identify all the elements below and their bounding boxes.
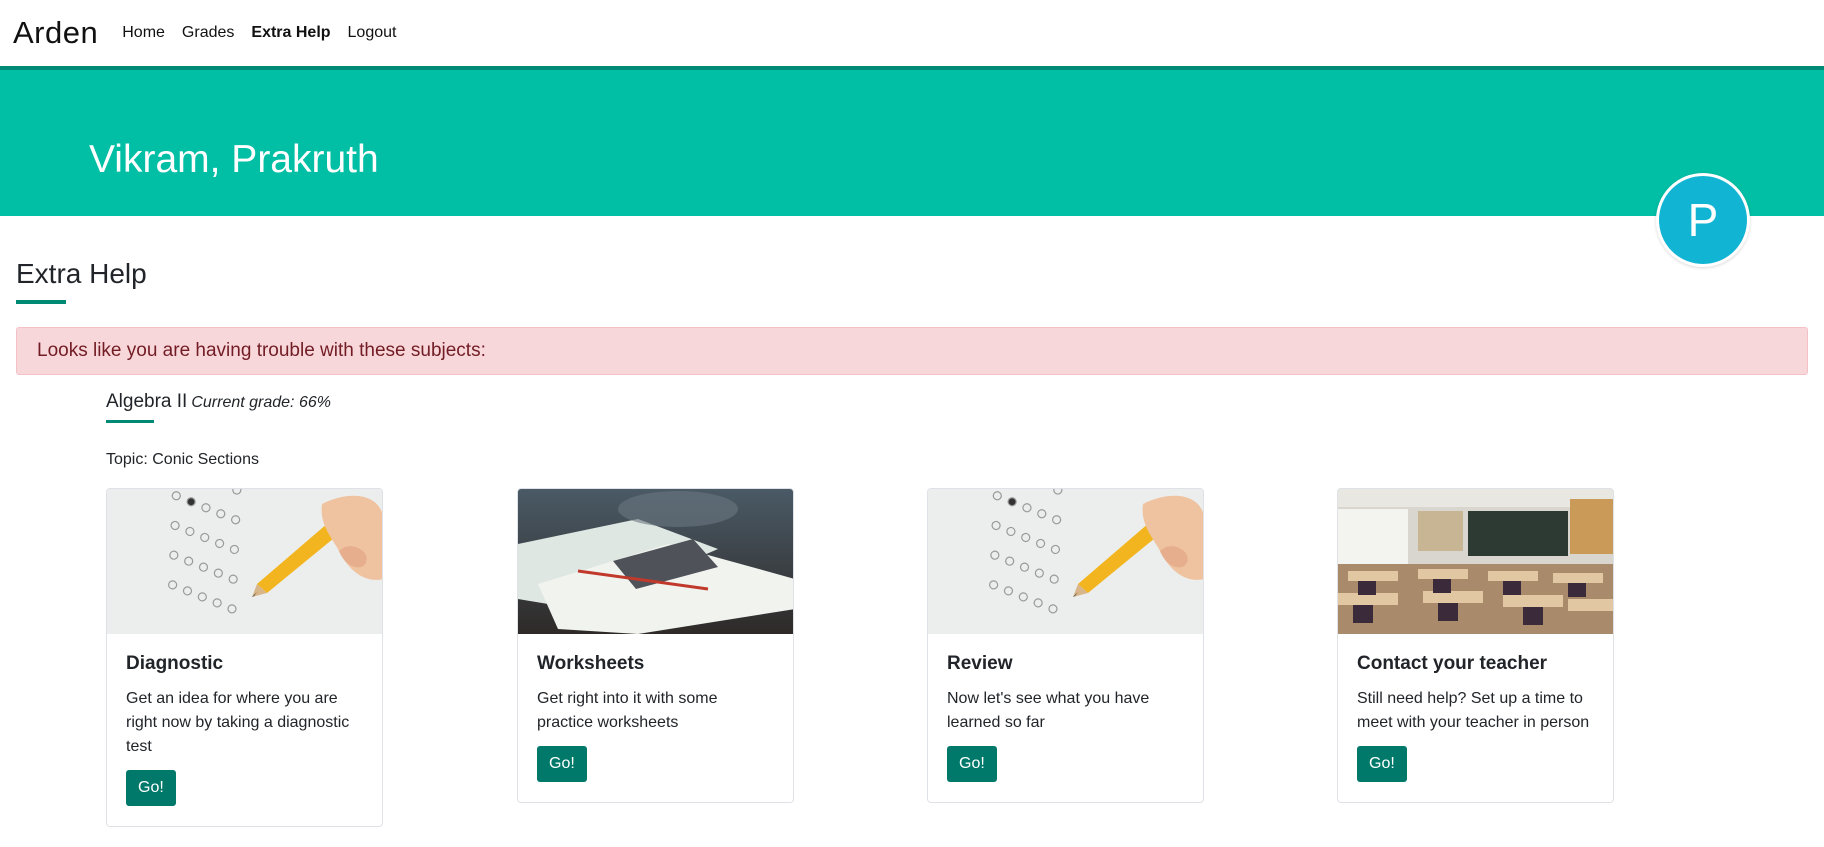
diagnostic-card: Diagnostic Get an idea for where you are… — [106, 488, 383, 827]
test-sheet-pencil-photo — [107, 489, 382, 634]
student-name: Vikram, Prakruth — [89, 138, 379, 181]
card-body: Contact your teacher Still need help? Se… — [1338, 634, 1613, 802]
card-body: Worksheets Get right into it with some p… — [518, 634, 793, 802]
contact-teacher-card: Contact your teacher Still need help? Se… — [1337, 488, 1614, 803]
page-title: Extra Help — [16, 258, 147, 289]
nav-link-home[interactable]: Home — [122, 24, 165, 42]
subject-underline — [106, 420, 154, 423]
classroom-photo — [1338, 489, 1613, 634]
worksheets-go-button[interactable]: Go! — [537, 746, 587, 782]
test-sheet-pencil-photo — [928, 489, 1203, 634]
title-underline — [16, 300, 66, 304]
nav-link-extra-help[interactable]: Extra Help — [251, 24, 330, 42]
current-grade: Current grade: 66% — [191, 394, 331, 411]
card-title: Diagnostic — [126, 653, 224, 674]
card-text: Get right into it with some practice wor… — [537, 690, 718, 731]
alert-text: Looks like you are having trouble with t… — [37, 340, 486, 361]
subject-heading: Algebra II Current grade: 66% — [106, 391, 331, 413]
top-navbar: Arden Home Grades Extra Help Logout — [0, 0, 1824, 70]
subject-name: Algebra II — [106, 391, 188, 412]
diagnostic-go-button[interactable]: Go! — [126, 770, 176, 806]
brand-logo[interactable]: Arden — [13, 15, 98, 51]
topic-label: Topic: Conic Sections — [106, 451, 259, 468]
card-title: Worksheets — [537, 653, 645, 674]
profile-banner: Vikram, Prakruth — [0, 70, 1824, 216]
card-title: Review — [947, 653, 1013, 674]
nav-link-logout[interactable]: Logout — [348, 24, 397, 42]
worksheets-card: Worksheets Get right into it with some p… — [517, 488, 794, 803]
card-text: Now let's see what you have learned so f… — [947, 690, 1150, 731]
card-text: Still need help? Set up a time to meet w… — [1357, 690, 1590, 731]
contact-teacher-go-button[interactable]: Go! — [1357, 746, 1407, 782]
card-text: Get an idea for where you are right now … — [126, 690, 350, 755]
nav-link-grades[interactable]: Grades — [182, 24, 234, 42]
card-title: Contact your teacher — [1357, 653, 1548, 674]
nav-links: Home Grades Extra Help Logout — [122, 24, 413, 42]
review-go-button[interactable]: Go! — [947, 746, 997, 782]
papers-on-desk-photo — [518, 489, 793, 634]
review-card: Review Now let's see what you have learn… — [927, 488, 1204, 803]
card-body: Review Now let's see what you have learn… — [928, 634, 1203, 802]
trouble-alert: Looks like you are having trouble with t… — [16, 327, 1808, 375]
avatar: P — [1656, 173, 1750, 267]
card-body: Diagnostic Get an idea for where you are… — [107, 634, 382, 826]
